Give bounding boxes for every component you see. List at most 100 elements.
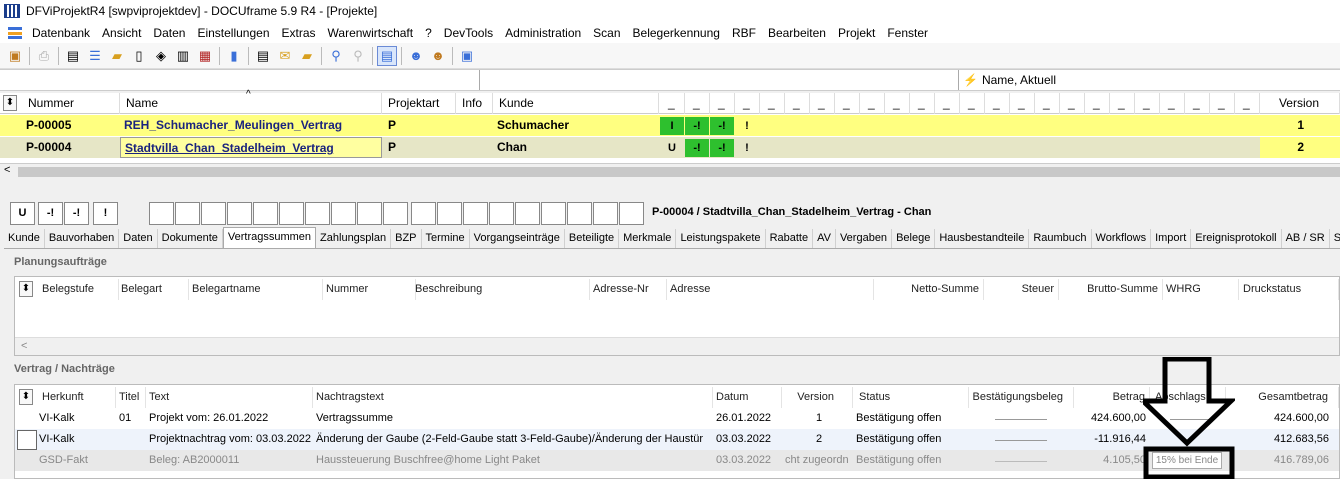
col-status-flag[interactable]: _ (1135, 93, 1160, 114)
col-netto-summe[interactable]: Netto-Summe (874, 279, 984, 300)
menu-rbf[interactable]: RBF (726, 26, 762, 40)
tag-icon[interactable]: ◈ (151, 46, 171, 66)
col-adresse[interactable]: Adresse (667, 279, 874, 300)
view-toggle-icon[interactable]: ▤ (377, 45, 397, 66)
folder-icon[interactable]: ▰ (107, 46, 127, 66)
search-icon[interactable]: ⚲ (326, 46, 346, 66)
col-status-flag[interactable]: _ (935, 93, 960, 114)
menu-scan[interactable]: Scan (587, 26, 626, 40)
col-betrag[interactable]: Betrag (1074, 387, 1150, 408)
scroll-left-icon[interactable]: < (21, 340, 27, 352)
col-status-flag[interactable]: _ (810, 93, 835, 114)
col-datum[interactable]: Datum (713, 387, 782, 408)
col-status-flag[interactable]: _ (685, 93, 710, 114)
document-icon[interactable]: ▯ (129, 46, 149, 66)
col-steuer[interactable]: Steuer (984, 279, 1059, 300)
search-next-icon[interactable]: ⚲ (348, 46, 368, 66)
print-icon[interactable]: ⎙ (34, 46, 54, 66)
tab-vorgangseintraege[interactable]: Vorgangseinträge (470, 229, 565, 248)
tab-bauvorhaben[interactable]: Bauvorhaben (45, 229, 120, 248)
row-checkbox[interactable] (17, 430, 37, 450)
col-info[interactable]: Info (456, 93, 493, 114)
col-status-flag[interactable]: _ (710, 93, 735, 114)
phone-icon[interactable]: ▮ (224, 46, 244, 66)
tab-bzp[interactable]: BZP (391, 229, 422, 248)
col-status-flag[interactable]: _ (985, 93, 1010, 114)
tab-beteiligte[interactable]: Beteiligte (565, 229, 620, 248)
col-status-flag[interactable]: _ (1235, 93, 1260, 114)
table-row[interactable]: P-00005 REH_Schumacher_Meulingen_Vertrag… (0, 115, 1340, 136)
menu-daten[interactable]: Daten (147, 26, 191, 40)
tab-import[interactable]: Import (1151, 229, 1192, 248)
col-status-flag[interactable]: _ (1185, 93, 1210, 114)
menu-help[interactable]: ? (419, 26, 438, 40)
col-whrg[interactable]: WHRG (1163, 279, 1239, 300)
sort-updown-icon[interactable]: ⬍ (3, 95, 17, 111)
tab-workflows[interactable]: Workflows (1092, 229, 1152, 248)
table-row[interactable]: GSD-Fakt Beleg: AB2000011 Haussteuerung … (15, 450, 1339, 471)
col-adresse-nr[interactable]: Adresse-Nr (590, 279, 667, 300)
col-belegart[interactable]: Belegart (119, 279, 189, 300)
col-bestaetigungsbeleg[interactable]: Bestätigungsbeleg (969, 387, 1074, 408)
col-druckstatus[interactable]: Druckstatus (1239, 279, 1339, 300)
tab-belege[interactable]: Belege (892, 229, 936, 248)
menu-app-icon[interactable] (8, 26, 22, 39)
table-row-selected[interactable]: P-00004 Stadtvilla_Chan_Stadelheim_Vertr… (0, 137, 1340, 158)
col-gesamtbetrag[interactable]: Gesamtbetrag (1226, 387, 1339, 408)
tab-suche[interactable]: Suche (1330, 229, 1340, 248)
col-status-flag[interactable]: _ (1035, 93, 1060, 114)
open-db-icon[interactable]: ▣ (5, 46, 25, 66)
col-status-flag[interactable]: _ (1210, 93, 1235, 114)
col-status-flag[interactable]: _ (1060, 93, 1085, 114)
col-herkunft[interactable]: Herkunft (37, 387, 116, 408)
menu-devtools[interactable]: DevTools (438, 26, 499, 40)
col-status-flag[interactable]: _ (760, 93, 785, 114)
tab-raumbuch[interactable]: Raumbuch (1029, 229, 1092, 248)
filter-input[interactable] (0, 70, 480, 90)
menu-projekt[interactable]: Projekt (832, 26, 881, 40)
tab-hausbestandteile[interactable]: Hausbestandteile (935, 229, 1030, 248)
calendar-icon[interactable]: ▦ (195, 46, 215, 66)
col-status-flag[interactable]: _ (1085, 93, 1110, 114)
tab-av[interactable]: AV (813, 229, 836, 248)
col-nachtragstext[interactable]: Nachtragstext (313, 387, 713, 408)
col-status-flag[interactable]: _ (835, 93, 860, 114)
col-status-flag[interactable]: _ (1160, 93, 1185, 114)
menu-administration[interactable]: Administration (499, 26, 587, 40)
col-status-flag[interactable]: _ (910, 93, 935, 114)
col-version[interactable]: Version (782, 387, 853, 408)
tab-merkmale[interactable]: Merkmale (619, 229, 677, 248)
menu-extras[interactable]: Extras (276, 26, 322, 40)
users-icon[interactable]: ☻ (406, 46, 426, 66)
menu-datenbank[interactable]: Datenbank (26, 26, 96, 40)
tab-vertragssummen[interactable]: Vertragssummen (222, 227, 317, 248)
tab-rabatte[interactable]: Rabatte (766, 229, 814, 248)
col-status-flag[interactable]: _ (660, 93, 685, 114)
menu-fenster[interactable]: Fenster (881, 26, 934, 40)
col-belegstufe[interactable]: Belegstufe (37, 279, 119, 300)
folder-open-icon[interactable]: ▰ (297, 46, 317, 66)
col-status-flag[interactable]: _ (1010, 93, 1035, 114)
sort-selector[interactable]: ⚡ Name, Aktuell (958, 70, 1340, 90)
menu-bearbeiten[interactable]: Bearbeiten (762, 26, 832, 40)
col-status-flag[interactable]: _ (885, 93, 910, 114)
planung-scrollbar[interactable]: < (15, 337, 1339, 355)
col-status-flag[interactable]: _ (960, 93, 985, 114)
menu-ansicht[interactable]: Ansicht (96, 26, 147, 40)
user-settings-icon[interactable]: ☻ (428, 46, 448, 66)
tab-daten[interactable]: Daten (119, 229, 158, 248)
col-projektart[interactable]: Projektart (382, 93, 456, 114)
table-row[interactable]: VI-Kalk 01 Projekt vom: 26.01.2022 Vertr… (15, 408, 1339, 429)
tab-leistungspakete[interactable]: Leistungspakete (676, 229, 766, 248)
note-icon[interactable]: ▤ (253, 46, 273, 66)
scrollbar-thumb[interactable] (18, 167, 1340, 177)
col-titel[interactable]: Titel (116, 387, 146, 408)
col-nummer[interactable]: Nummer (22, 93, 120, 114)
export-icon[interactable]: ▣ (457, 46, 477, 66)
sort-updown-icon[interactable]: ⬍ (19, 281, 33, 297)
col-brutto-summe[interactable]: Brutto-Summe (1059, 279, 1163, 300)
menu-warenwirtschaft[interactable]: Warenwirtschaft (322, 26, 420, 40)
clipboard-icon[interactable]: ▥ (173, 46, 193, 66)
sort-updown-icon[interactable]: ⬍ (19, 389, 33, 405)
col-status-flag[interactable]: _ (735, 93, 760, 114)
